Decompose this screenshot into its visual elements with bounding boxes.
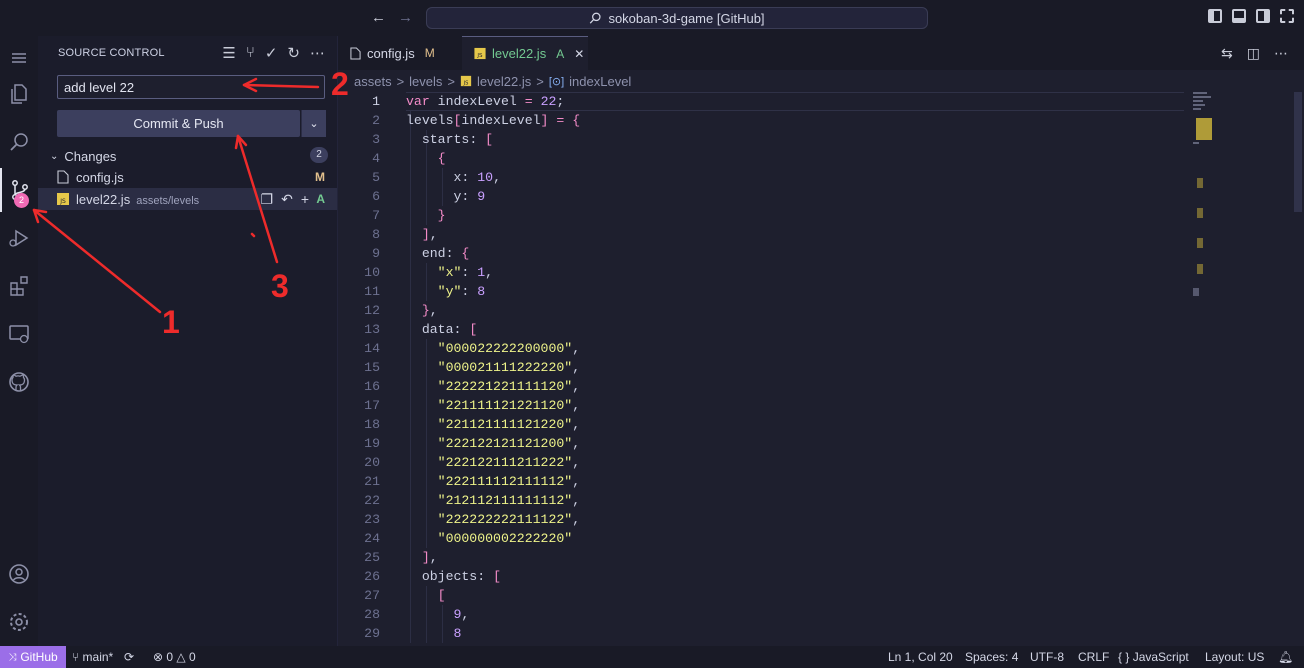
annotation-dot bbox=[250, 232, 256, 238]
annotation-label-1: 1 bbox=[162, 304, 180, 340]
annotation-label-3: 3 bbox=[271, 268, 289, 304]
annotation-arrow-1 bbox=[32, 208, 162, 314]
annotation-arrow-2 bbox=[242, 83, 320, 89]
annotation-overlay bbox=[32, 77, 320, 314]
annotation-label-2: 2 bbox=[331, 66, 349, 102]
annotation-arrow-3 bbox=[236, 134, 279, 264]
